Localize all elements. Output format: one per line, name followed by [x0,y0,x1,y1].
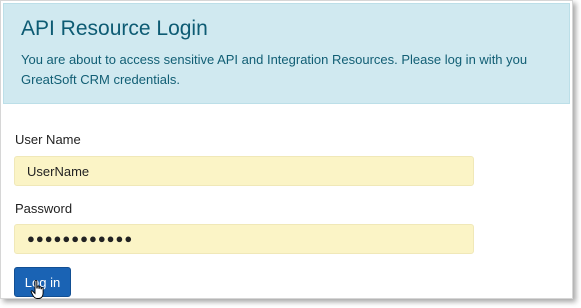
username-field[interactable] [14,156,474,186]
login-panel: API Resource Login You are about to acce… [0,0,573,299]
password-label: Password [15,201,73,216]
password-field[interactable]: ●●●●●●●●●●●● [14,224,474,254]
page-title: API Resource Login [21,17,208,40]
hand-pointer-icon [30,280,44,299]
info-banner: API Resource Login You are about to acce… [3,3,570,104]
banner-message: You are about to access sensitive API an… [21,52,528,87]
username-label: User Name [15,132,81,147]
